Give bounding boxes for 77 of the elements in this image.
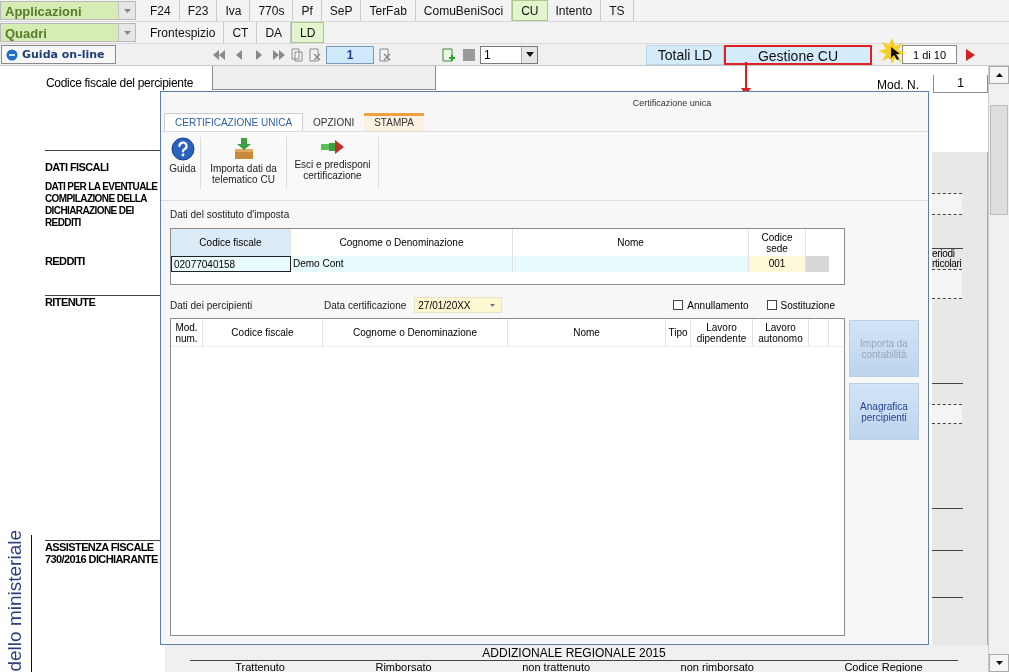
up-arrow-icon [995, 73, 1003, 77]
page-counter: 1 di 10 [902, 45, 957, 64]
side-label: dello ministeriale [3, 529, 26, 672]
module-tab[interactable]: F24 [142, 0, 180, 21]
column-label: Rimborsato [375, 661, 432, 672]
add-page-icon[interactable] [442, 47, 456, 62]
starburst-icon [878, 38, 906, 64]
input-box[interactable] [932, 269, 962, 299]
section-label: ASSISTENZA FISCALE 730/2016 DICHIARANTE [45, 541, 159, 565]
first-page-icon[interactable] [212, 47, 226, 62]
scroll-down-button[interactable] [989, 654, 1009, 672]
column-label: non trattenuto [522, 661, 591, 672]
manage-button[interactable]: Gestione CU [724, 44, 872, 65]
date-field[interactable]: 27/01/20XX [414, 297, 503, 313]
section-tab[interactable]: Frontespizio [142, 22, 225, 43]
delete-page-icon[interactable] [378, 47, 392, 62]
next-icon[interactable] [963, 47, 977, 62]
delete-page-icon[interactable] [308, 47, 322, 62]
dropdown-arrow-icon [525, 52, 534, 57]
module-tab[interactable]: Intento [547, 0, 602, 21]
column-header: Codice fiscale [171, 229, 291, 256]
down-arrow-icon [995, 661, 1003, 665]
arrow-icon [319, 137, 346, 157]
module-tab[interactable]: CU [512, 0, 548, 21]
table-cell[interactable]: 02077040158 [171, 256, 291, 272]
table-cell[interactable] [513, 256, 749, 272]
dropdown-arrow-icon [123, 30, 131, 35]
section-tab[interactable]: LD [291, 22, 325, 43]
page-field[interactable]: 1 [326, 45, 374, 64]
dialog-tab[interactable]: STAMPA [364, 113, 424, 131]
module-tab[interactable]: Pf [293, 0, 322, 21]
ribbon-button[interactable]: Esci e predisponi certificazione [287, 137, 379, 189]
column-header: Tipo [666, 319, 691, 346]
input-box[interactable] [932, 193, 962, 215]
dropdown-arrow-icon [490, 303, 496, 307]
dialog-tab[interactable]: OPZIONI [303, 113, 365, 131]
group-title: Dati dei percipienti [170, 299, 254, 311]
scroll-thumb[interactable] [990, 105, 1008, 215]
ribbon-button[interactable]: Guida [165, 137, 201, 189]
table-cell[interactable]: 001 [749, 256, 806, 272]
scroll-up-button[interactable] [989, 66, 1009, 84]
table-cell[interactable]: Demo Cont [291, 256, 513, 272]
section-label: RITENUTE [45, 296, 97, 308]
last-page-icon[interactable] [272, 47, 286, 62]
tax-code-field[interactable] [212, 66, 436, 90]
field-label: Mod. N. [877, 78, 919, 92]
dialog-title: Certificazione unica [632, 98, 712, 108]
copy-icon[interactable] [290, 47, 304, 62]
section-label: REDDITI [45, 255, 86, 267]
group-title: Dati del sostituto d'imposta [170, 209, 291, 220]
module-tab[interactable]: TerFab [361, 0, 416, 21]
module-tab[interactable]: TS [601, 0, 634, 21]
dialog-tab[interactable]: CERTIFICAZIONE UNICA [164, 113, 304, 131]
column-label: eriodi rticolari [932, 249, 963, 269]
checkbox-option[interactable]: Sostituzione [766, 299, 835, 311]
section-label: DATI PER LA EVENTUALE COMPILAZIONE DELLA DICHIARAZIONE DEI REDDITI [45, 181, 159, 229]
online-help-button[interactable]: Guida on-line [1, 45, 116, 64]
ribbon-button[interactable]: Importa dati da telematico CU [201, 137, 287, 189]
section-menu-dropdown[interactable]: Quadri [0, 23, 136, 42]
column-label: non rimborsato [680, 661, 754, 672]
stop-icon[interactable] [462, 47, 476, 62]
dropdown-arrow-icon [123, 8, 131, 13]
column-label: Trattenuto [235, 661, 285, 672]
copy-select[interactable]: 1 [480, 45, 538, 64]
module-tab[interactable]: 770s [250, 0, 294, 21]
module-tab[interactable]: SeP [321, 0, 362, 21]
checkbox-option[interactable]: Annullamento [673, 299, 749, 311]
field-label: Codice fiscale del percipiente [46, 76, 195, 90]
section-tab[interactable]: CT [224, 22, 258, 43]
field-label: Data certificazione [324, 299, 407, 311]
module-tab[interactable]: Iva [217, 0, 251, 21]
module-tab[interactable]: F23 [179, 0, 218, 21]
section-label: DATI FISCALI [45, 161, 110, 173]
app-menu-dropdown[interactable]: Applicazioni [0, 1, 136, 20]
input-box[interactable] [932, 404, 962, 424]
totals-button[interactable]: Totali LD [646, 44, 724, 65]
action-button[interactable]: Anagrafica percipienti [849, 383, 919, 440]
